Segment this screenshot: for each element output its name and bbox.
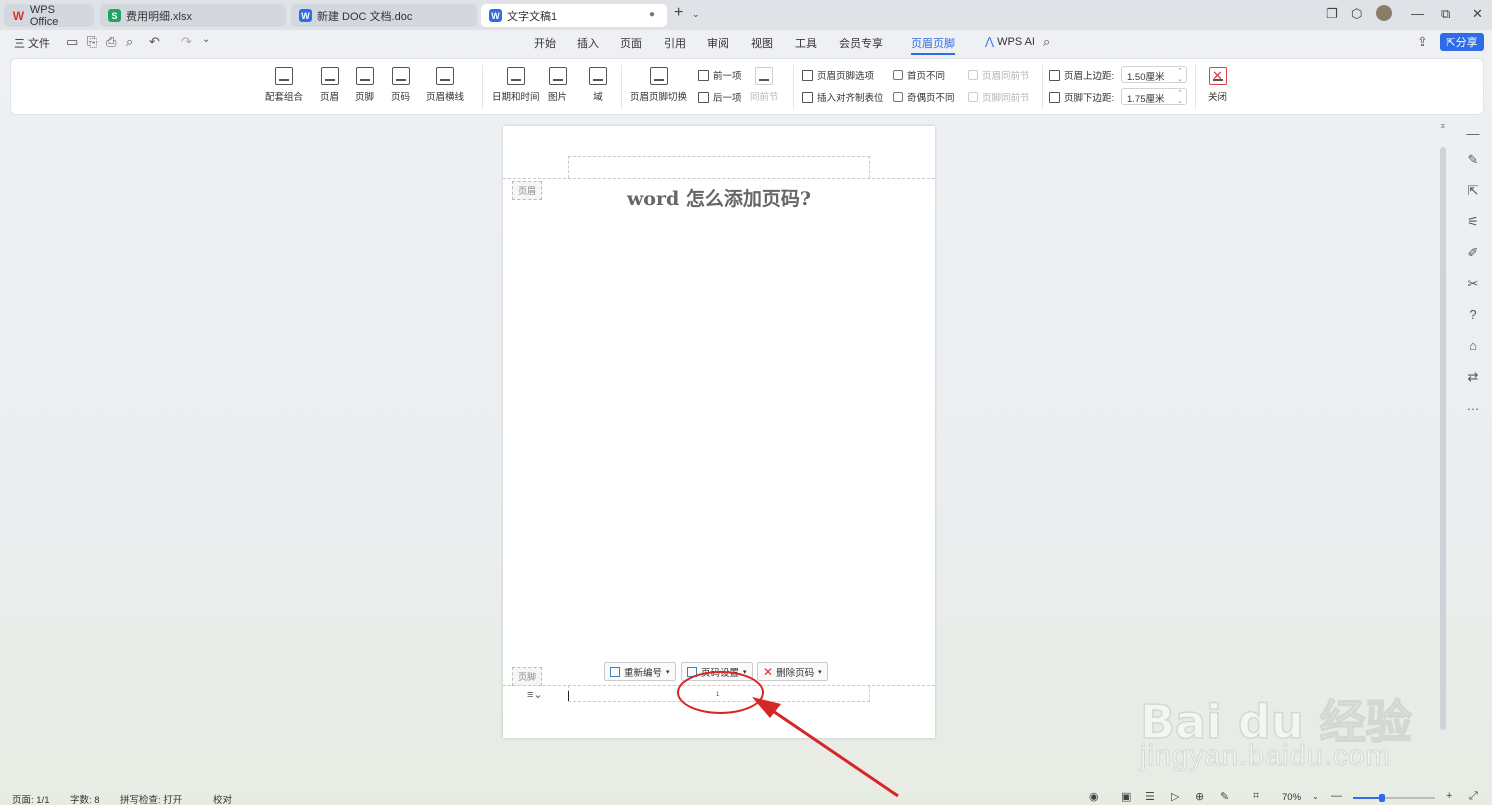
translate-icon[interactable]: ⇄ — [1465, 369, 1481, 385]
tools-icon[interactable]: ✂ — [1465, 276, 1481, 292]
play-icon[interactable]: ▷ — [1171, 790, 1179, 803]
word-count[interactable]: 字数: 8 — [70, 792, 100, 805]
collapse-icon[interactable]: — — [1465, 126, 1481, 141]
sliders-icon[interactable]: ⚟ — [1465, 214, 1481, 230]
web-view-icon[interactable]: ⊕ — [1195, 790, 1204, 803]
more-icon[interactable]: … — [1465, 398, 1481, 413]
proofread[interactable]: 校对 — [213, 792, 232, 805]
fullscreen-icon[interactable]: ⤢ — [1469, 790, 1478, 803]
zoom-slider[interactable] — [1353, 794, 1435, 802]
vertical-scrollbar[interactable] — [1440, 147, 1446, 730]
zoom-level[interactable]: 70% — [1282, 792, 1301, 803]
page-indicator[interactable]: 页面: 1/1 — [12, 792, 50, 805]
zoom-slider-fill — [1353, 797, 1381, 799]
outline-view-icon[interactable]: ☰ — [1145, 790, 1155, 803]
fit-page-icon[interactable]: ⌗ — [1253, 790, 1259, 803]
page-view-icon[interactable]: ▣ — [1121, 790, 1131, 803]
watermark-url: jingyan.baidu.com — [1140, 740, 1391, 773]
help-icon[interactable]: ? — [1465, 307, 1481, 322]
shirt-icon[interactable]: ⌂ — [1465, 338, 1481, 353]
eye-icon[interactable]: ◉ — [1089, 790, 1099, 803]
zoom-in-icon[interactable]: + — [1446, 790, 1452, 802]
pen-icon[interactable]: ✎ — [1465, 152, 1481, 168]
zoom-slider-handle[interactable] — [1379, 794, 1385, 802]
scroll-top-icon[interactable]: ⌅ — [1439, 120, 1447, 131]
baidu-watermark: Bai du 经验 jingyan.baidu.com — [1139, 648, 1430, 778]
zoom-out-icon[interactable]: — — [1331, 790, 1342, 802]
spell-check[interactable]: 拼写检查: 打开 — [120, 792, 182, 805]
right-sidebar: — ✎ ⇱ ⚟ ✐ ✂ ? ⌂ ⇄ … — [1459, 118, 1487, 418]
zoom-dropdown-icon[interactable]: ⌄ — [1312, 792, 1319, 801]
edit-doc-icon[interactable]: ✐ — [1465, 245, 1481, 261]
pen-mode-icon[interactable]: ✎ — [1220, 790, 1229, 803]
status-bar: 页面: 1/1 字数: 8 拼写检查: 打开 校对 ◉ ▣ ☰ ▷ ⊕ ✎ ⌗ … — [0, 789, 1492, 805]
select-cursor-icon[interactable]: ⇱ — [1465, 183, 1481, 199]
